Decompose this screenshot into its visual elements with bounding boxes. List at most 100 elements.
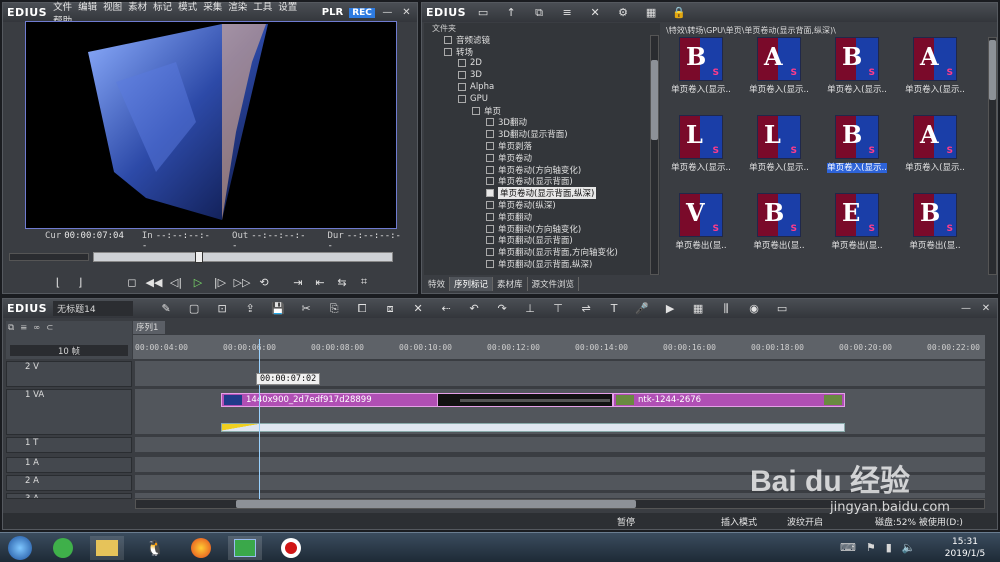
tree-item[interactable]: 单页卷动: [424, 152, 660, 164]
title-icon[interactable]: T: [603, 300, 625, 318]
effect-thumbnail[interactable]: L S 单页卷入(显示..: [664, 115, 738, 173]
open-icon[interactable]: ⊡: [211, 300, 233, 318]
tree-item[interactable]: 单页卷动(纵深): [424, 199, 660, 211]
tree-item[interactable]: 单页: [424, 105, 660, 117]
new-icon[interactable]: ▢: [183, 300, 205, 318]
color-icon[interactable]: ◉: [743, 300, 765, 318]
track-head-1t[interactable]: 1 T: [6, 437, 132, 453]
folder-icon[interactable]: ▭: [472, 4, 494, 22]
tree-item[interactable]: 单页卷动(显示背面,纵深): [424, 187, 660, 200]
tree-item[interactable]: 单页翻动: [424, 211, 660, 223]
step-forward-icon[interactable]: |▷: [209, 273, 231, 291]
view-icon[interactable]: ▦: [640, 4, 662, 22]
tree-item[interactable]: 单页剥落: [424, 140, 660, 152]
track-height-icon[interactable]: ≡: [20, 323, 27, 333]
rec-toggle[interactable]: REC: [349, 7, 375, 18]
library-tab[interactable]: 序列标记: [450, 277, 494, 291]
tree-item[interactable]: 转场: [424, 46, 660, 58]
effect-thumbnail[interactable]: B S 单页卷入(显示..: [820, 115, 894, 173]
replace-icon[interactable]: ⇆: [331, 273, 353, 291]
mixer-icon[interactable]: ⫼: [715, 300, 737, 318]
export-icon[interactable]: ⇪: [239, 300, 261, 318]
mute-all-icon[interactable]: ⊂: [46, 323, 53, 333]
up-icon[interactable]: ↑: [500, 4, 522, 22]
effect-thumbnail[interactable]: A S 单页卷入(显示..: [898, 37, 972, 95]
cut-icon[interactable]: ✂: [295, 300, 317, 318]
qq-icon[interactable]: 🐧: [138, 536, 172, 560]
track-view-icon[interactable]: ⧉: [8, 323, 14, 333]
menu-item[interactable]: 采集: [203, 2, 222, 13]
360-icon[interactable]: [46, 536, 80, 560]
link-icon[interactable]: ⧈: [379, 300, 401, 318]
preview-monitor[interactable]: [25, 21, 397, 229]
start-button-icon[interactable]: [4, 536, 36, 560]
track-head-1va[interactable]: 1 VA: [6, 389, 132, 435]
timeline-minimize-icon[interactable]: —: [959, 303, 973, 314]
tree-item[interactable]: 单页卷动(显示背面): [424, 176, 660, 187]
clip-1440x900[interactable]: 1440x900_2d7edf917d28899: [221, 393, 457, 407]
explorer-icon[interactable]: [90, 536, 124, 560]
timeline-playhead[interactable]: [259, 339, 260, 499]
zoom-level[interactable]: 10 帧: [58, 345, 80, 357]
tree-item[interactable]: 3D翻动(显示背面): [424, 128, 660, 140]
marker-icon[interactable]: ⊥: [519, 300, 541, 318]
menu-item[interactable]: 视图: [103, 2, 122, 13]
effect-thumbnail[interactable]: B S 单页卷入(显示..: [664, 37, 738, 95]
keyboard-icon[interactable]: ⌨: [840, 541, 856, 554]
step-back-icon[interactable]: ◁|: [165, 273, 187, 291]
properties-icon[interactable]: ⚙: [612, 4, 634, 22]
tree-item[interactable]: 音频滤镜: [424, 34, 660, 46]
snap-icon[interactable]: ⊤: [547, 300, 569, 318]
sequence-tab[interactable]: 序列1: [133, 321, 165, 334]
loop-icon[interactable]: ⟲: [253, 273, 275, 291]
menu-item[interactable]: 工具: [253, 2, 272, 13]
library-tab[interactable]: 特效: [424, 277, 451, 291]
menu-item[interactable]: 素材: [128, 2, 147, 13]
tree-item[interactable]: 3D翻动: [424, 117, 660, 128]
tree-item[interactable]: 单页翻动(方向轴变化): [424, 223, 660, 235]
delete-icon[interactable]: ✕: [584, 4, 606, 22]
track-head-1a[interactable]: 1 A: [6, 457, 132, 473]
playhead-handle[interactable]: [195, 251, 203, 263]
layout-icon[interactable]: ⧉: [528, 4, 550, 22]
minimize-icon[interactable]: —: [381, 7, 394, 18]
menu-item[interactable]: 编辑: [78, 2, 97, 13]
effect-thumbnail[interactable]: V S 单页卷出(显..: [664, 193, 738, 251]
save-icon[interactable]: 💾: [267, 300, 289, 318]
tree-item[interactable]: 单页翻动(显示背面,纵深): [424, 258, 660, 270]
firefox-icon[interactable]: [184, 536, 218, 560]
clip-ntk[interactable]: ntk-1244-2676: [613, 393, 845, 407]
network-icon[interactable]: ▮: [886, 541, 892, 554]
track-head-3a[interactable]: 3 A: [6, 493, 132, 499]
fast-forward-icon[interactable]: ▷▷: [231, 273, 253, 291]
plr-toggle[interactable]: PLR: [322, 7, 343, 18]
clock[interactable]: 15:31 2019/1/5: [940, 536, 990, 560]
menu-item[interactable]: 渲染: [228, 2, 247, 13]
settings-icon[interactable]: ▭: [771, 300, 793, 318]
position-bar[interactable]: [9, 251, 415, 265]
rewind-icon[interactable]: ◀◀: [143, 273, 165, 291]
recorder-icon[interactable]: [274, 536, 308, 560]
audio-waveform-bar[interactable]: [221, 423, 845, 432]
stop-icon[interactable]: ◻: [121, 273, 143, 291]
timeline-close-icon[interactable]: ✕: [979, 303, 993, 314]
copy-icon[interactable]: ⎘: [323, 300, 345, 318]
tree-item[interactable]: Alpha: [424, 81, 660, 93]
volume-icon[interactable]: 🔈: [902, 541, 916, 554]
timeline-ruler[interactable]: 00:00:04:00 00:00:06:00 00:00:08:00 00:00:1…: [133, 335, 985, 359]
transition-block[interactable]: [437, 393, 613, 407]
lock-icon[interactable]: 🔒: [668, 4, 690, 22]
grid-icon[interactable]: ▦: [687, 300, 709, 318]
filter-icon[interactable]: ≡: [556, 4, 578, 22]
effect-thumbnail[interactable]: E S 单页卷出(显..: [820, 193, 894, 251]
tree-item[interactable]: 单页翻动(显示背面,方向轴变化): [424, 246, 660, 258]
sync-lock-icon[interactable]: ∞: [33, 323, 40, 333]
render-icon[interactable]: ▶: [659, 300, 681, 318]
tree-item[interactable]: GPU: [424, 93, 660, 105]
mic-icon[interactable]: 🎤: [631, 300, 653, 318]
effect-thumbnail[interactable]: A S 单页卷入(显示..: [742, 37, 816, 95]
insert-icon[interactable]: ⇥: [287, 273, 309, 291]
edius-icon[interactable]: [228, 536, 262, 560]
ripple-delete-icon[interactable]: ⇠: [435, 300, 457, 318]
menu-item[interactable]: 文件: [53, 2, 72, 13]
